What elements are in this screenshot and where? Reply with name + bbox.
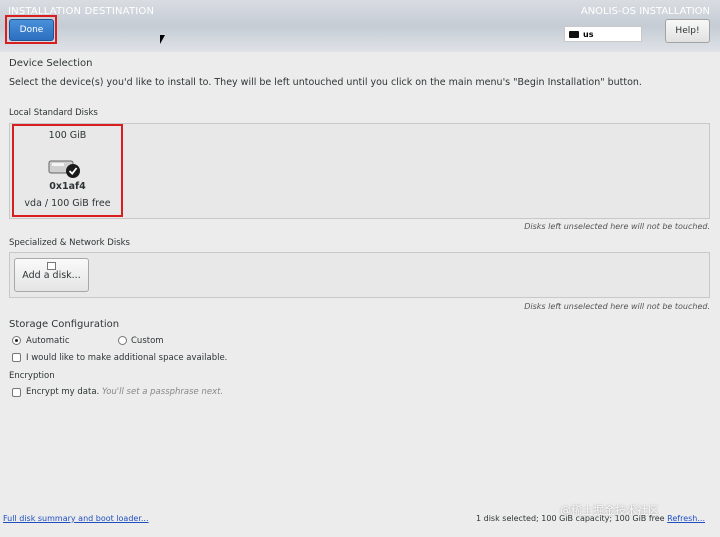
encryption-heading: Encryption [9,371,55,381]
add-disk-label: Add a disk... [22,270,81,281]
full-disk-summary-link[interactable]: Full disk summary and boot loader... [3,514,149,523]
help-button[interactable]: Help! [665,19,710,43]
watermark: @稀土掘金技术社区 [560,504,659,517]
storage-configuration-heading: Storage Configuration [9,319,120,330]
network-disks-panel [9,252,710,298]
mouse-cursor-icon [160,35,165,44]
encrypt-checkbox[interactable] [12,388,21,397]
keyboard-layout-indicator[interactable]: us [564,26,642,42]
encrypt-hint: You'll set a passphrase next. [101,387,224,397]
done-button[interactable]: Done [9,19,54,41]
additional-space-label[interactable]: I would like to make additional space av… [26,353,227,363]
local-disks-note: Disks left unselected here will not be t… [524,222,710,231]
product-title: ANOLIS-OS INSTALLATION [580,6,710,17]
network-disks-note: Disks left unselected here will not be t… [524,302,710,311]
hard-disk-checked-icon[interactable] [48,155,80,179]
network-disks-heading: Specialized & Network Disks [9,238,130,248]
automatic-label[interactable]: Automatic [26,336,70,346]
add-disk-icon [47,262,56,270]
additional-space-checkbox[interactable] [12,353,21,362]
disk-name[interactable]: 0x1af4 [12,181,123,192]
refresh-link[interactable]: Refresh... [667,514,705,523]
disk-size[interactable]: 100 GiB [12,130,123,141]
add-disk-button[interactable]: Add a disk... [14,258,89,292]
custom-radio[interactable] [118,336,127,345]
device-selection-heading: Device Selection [9,58,93,69]
automatic-radio[interactable] [12,336,21,345]
local-disks-heading: Local Standard Disks [9,108,98,118]
custom-label[interactable]: Custom [131,336,164,346]
disk-free-space[interactable]: vda / 100 GiB free [12,198,123,209]
keyboard-icon [569,30,579,38]
keyboard-layout-label: us [583,29,594,39]
encrypt-label: Encrypt my data. [26,387,100,397]
device-selection-description: Select the device(s) you'd like to insta… [9,77,642,88]
encrypt-option[interactable]: Encrypt my data. You'll set a passphrase… [26,387,223,397]
